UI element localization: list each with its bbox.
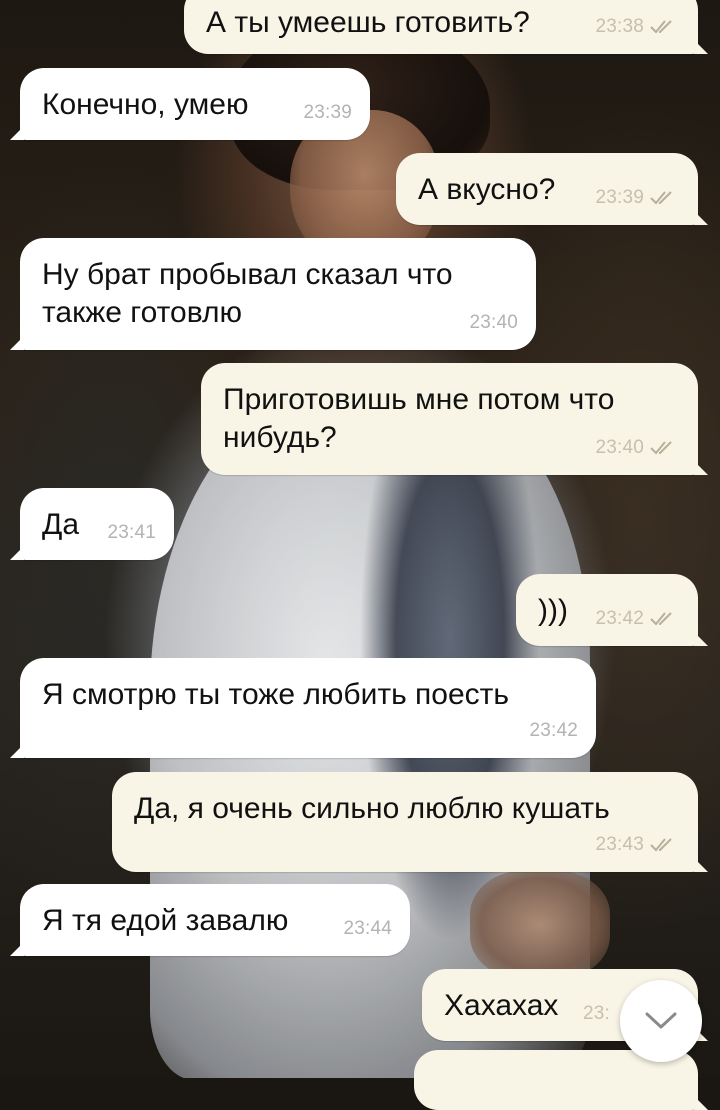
message-time: 23:38 [595, 16, 644, 37]
message-time: 23:39 [303, 102, 352, 123]
message-incoming[interactable]: Да 23:41 [10, 488, 174, 560]
message-text: Ну брат пробывал сказал что также готовл… [42, 258, 453, 329]
message-time: 23:40 [469, 312, 518, 333]
message-time: 23:42 [529, 720, 578, 741]
message-text: Приготовишь мне потом что нибудь? [223, 383, 615, 454]
message-text: ))) [538, 594, 568, 627]
double-check-icon [650, 838, 672, 852]
message-time: 23:42 [595, 608, 644, 629]
message-text: Хахахах [444, 989, 559, 1022]
message-text: А вкусно? [418, 173, 556, 206]
message-meta: 23:42 [595, 600, 680, 638]
message-text: Да [42, 508, 80, 541]
double-check-icon [650, 20, 672, 34]
message-time: 23:41 [107, 522, 156, 543]
message-meta: 23:41 [107, 514, 156, 552]
double-check-icon [650, 191, 672, 205]
message-meta: 23:44 [343, 910, 392, 948]
message-text: Конечно, умею [42, 88, 249, 121]
message-outgoing[interactable]: Приготовишь мне потом что нибудь? 23:40 [201, 363, 708, 475]
message-meta: 23:38 [595, 8, 680, 46]
message-meta: 23:42 [529, 712, 578, 750]
message-meta: 23:39 [303, 94, 352, 132]
message-text: Я смотрю ты тоже любить поесть [42, 678, 510, 711]
message-time: 23:44 [343, 918, 392, 939]
wallpaper-photo-hand [470, 870, 610, 980]
message-incoming[interactable]: Я смотрю ты тоже любить поесть 23:42 [10, 658, 596, 758]
message-time: 23:39 [595, 187, 644, 208]
message-meta: 23:40 [469, 304, 518, 342]
message-time: 23:40 [595, 437, 644, 458]
message-outgoing[interactable]: ))) 23:42 [516, 574, 708, 646]
message-text: Я тя едой завалю [42, 904, 289, 937]
message-outgoing[interactable]: Да, я очень сильно люблю кушать 23:43 [112, 772, 708, 872]
double-check-icon [650, 612, 672, 626]
message-text: Да, я очень сильно люблю кушать [134, 792, 610, 825]
message-time: 23: [582, 1003, 610, 1024]
message-outgoing[interactable]: А ты умеешь готовить? 23:38 [184, 0, 708, 54]
double-check-icon [650, 441, 672, 455]
message-meta: 23: [583, 995, 610, 1033]
message-meta: 23:43 [595, 826, 680, 864]
message-time: 23:43 [595, 834, 644, 855]
message-meta: 23:39 [595, 179, 680, 217]
message-meta: 23:40 [595, 429, 680, 467]
message-incoming[interactable]: Я тя едой завалю 23:44 [10, 884, 410, 956]
message-text: А ты умеешь готовить? [206, 6, 530, 39]
scroll-to-bottom-button[interactable] [620, 980, 702, 1062]
message-incoming[interactable]: Ну брат пробывал сказал что также готовл… [10, 238, 536, 350]
chevron-down-icon [645, 1012, 677, 1029]
message-outgoing[interactable]: А вкусно? 23:39 [396, 153, 708, 225]
message-incoming[interactable]: Конечно, умею 23:39 [10, 68, 370, 140]
